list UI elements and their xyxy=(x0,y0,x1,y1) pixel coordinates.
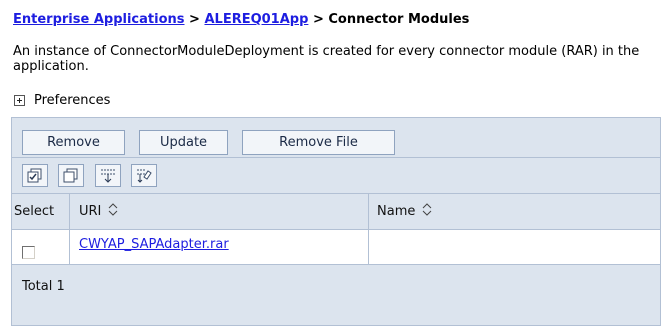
breadcrumb-current: Connector Modules xyxy=(328,12,470,27)
header-select: Select xyxy=(14,204,55,219)
breadcrumb-separator: > xyxy=(312,12,324,27)
header-uri-label[interactable]: URI xyxy=(79,204,101,219)
update-button[interactable]: Update xyxy=(139,130,228,155)
table-toolbar xyxy=(12,158,660,194)
select-all-icon[interactable] xyxy=(22,164,48,187)
total-count: Total 1 xyxy=(22,279,65,294)
table-row: CWYAP_SAPAdapter.rar xyxy=(12,230,660,265)
expand-icon[interactable] xyxy=(14,95,25,106)
row-select-checkbox[interactable] xyxy=(22,246,35,259)
table-header: Select URI Name xyxy=(12,194,660,230)
header-name-label[interactable]: Name xyxy=(377,204,415,219)
button-bar: Remove Update Remove File xyxy=(12,118,660,158)
sort-icon[interactable] xyxy=(422,203,432,220)
sort-icon[interactable] xyxy=(108,203,118,220)
clear-filter-icon[interactable] xyxy=(131,164,157,187)
preferences-label: Preferences xyxy=(34,93,111,108)
breadcrumb-enterprise-applications-link[interactable]: Enterprise Applications xyxy=(13,12,185,27)
uri-link[interactable]: CWYAP_SAPAdapter.rar xyxy=(79,237,229,252)
column-divider xyxy=(69,194,70,265)
show-filter-icon[interactable] xyxy=(95,164,121,187)
header-uri[interactable]: URI xyxy=(79,194,118,229)
remove-button[interactable]: Remove xyxy=(22,130,125,155)
remove-file-button[interactable]: Remove File xyxy=(242,130,395,155)
deselect-all-icon[interactable] xyxy=(58,164,84,187)
breadcrumb-app-link[interactable]: ALEREQ01App xyxy=(204,12,308,27)
page-description: An instance of ConnectorModuleDeployment… xyxy=(13,44,640,74)
breadcrumb: Enterprise Applications > ALEREQ01App > … xyxy=(13,12,469,27)
table-footer: Total 1 xyxy=(12,265,660,327)
column-divider xyxy=(368,194,369,265)
preferences-toggle[interactable]: Preferences xyxy=(13,93,110,108)
header-name[interactable]: Name xyxy=(377,194,432,229)
breadcrumb-separator: > xyxy=(189,12,200,27)
collection-table: Remove Update Remove File Select URI Nam… xyxy=(11,117,661,326)
